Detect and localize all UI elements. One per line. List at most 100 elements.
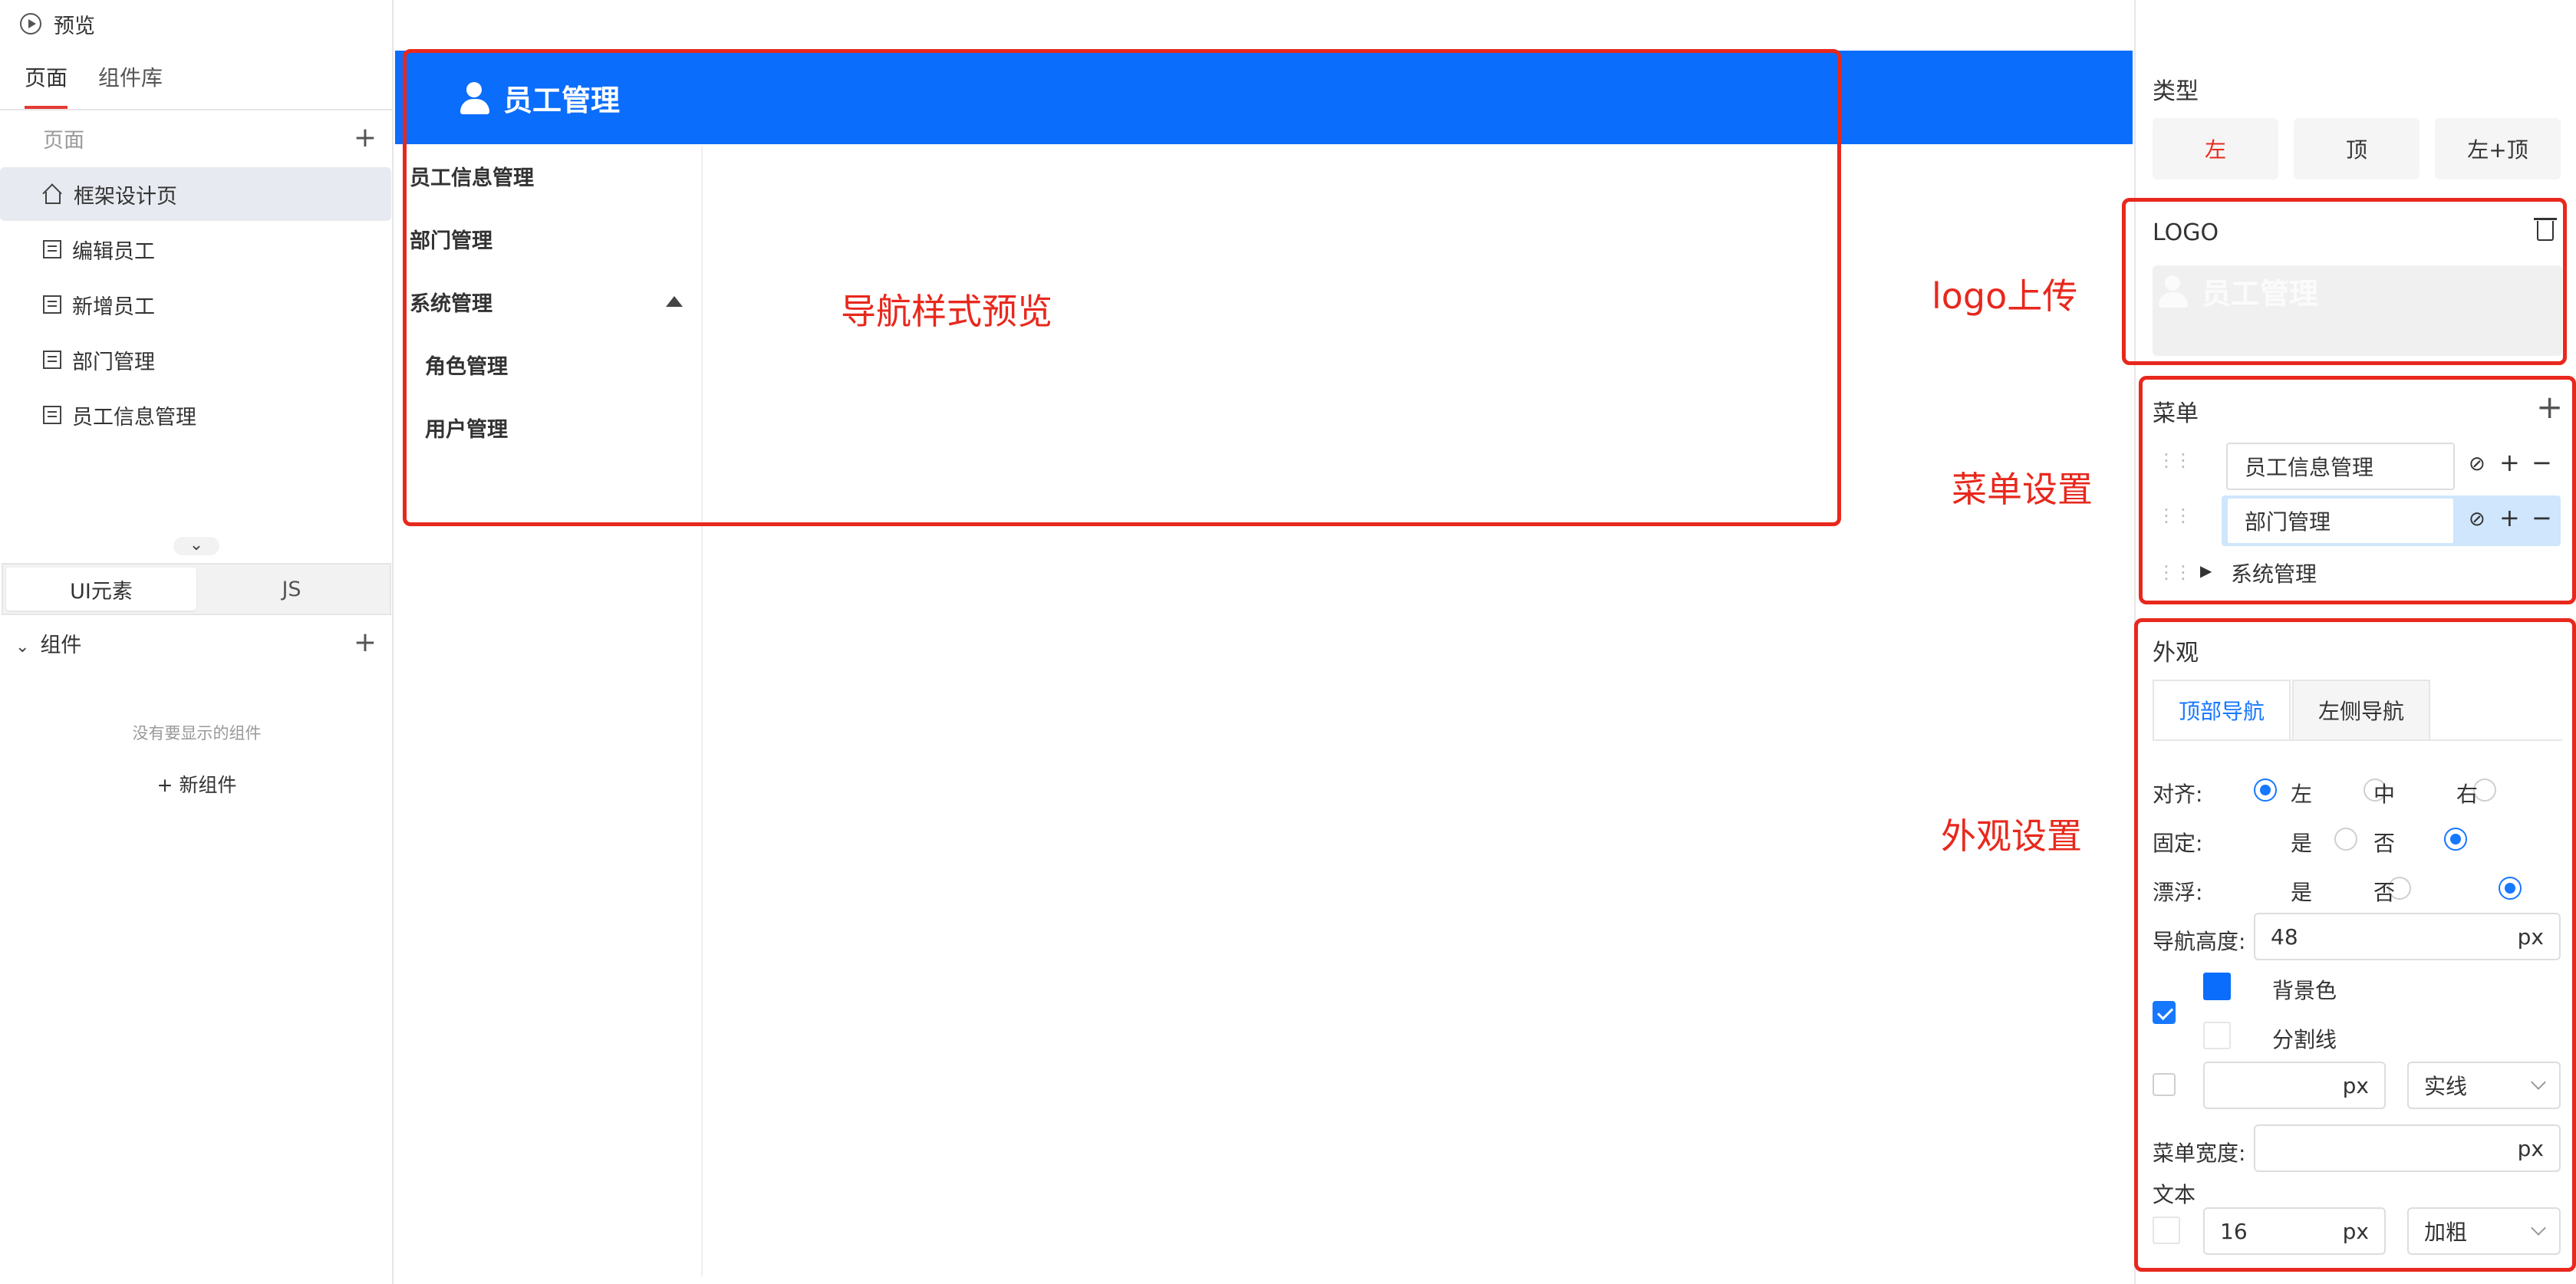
font-size-input[interactable]: 16 px (2203, 1207, 2386, 1255)
font-weight-select[interactable]: 加粗 (2407, 1207, 2561, 1255)
unit-px: px (2517, 1135, 2544, 1161)
menu-width-label: 菜单宽度: (2153, 1141, 2246, 1166)
divider-checkbox[interactable] (2153, 1073, 2176, 1096)
float-no-text: 否 (2373, 880, 2396, 905)
unit-px: px (2342, 1072, 2369, 1098)
page-item-label: 部门管理 (72, 350, 155, 374)
bg-color-checkbox[interactable] (2153, 1001, 2176, 1024)
divider-color-swatch[interactable] (2203, 1022, 2231, 1049)
trash-icon[interactable] (2534, 218, 2557, 241)
fixed-label: 固定: (2153, 831, 2203, 856)
unit-px: px (2517, 923, 2544, 950)
float-no-radio[interactable] (2498, 877, 2522, 900)
paperclip-icon[interactable]: ⊘ (2469, 453, 2485, 476)
text-label: 文本 (2153, 1182, 2196, 1207)
align-right-text: 右 (2456, 782, 2479, 807)
divider-width-input[interactable]: px (2203, 1062, 2386, 1109)
menu-group-label[interactable]: 系统管理 (2231, 558, 2317, 588)
line-style-value: 实线 (2424, 1074, 2468, 1099)
logo-label: LOGO (2153, 219, 2219, 246)
seg-js[interactable]: JS (196, 568, 387, 611)
chevron-down-icon: ⌄ (15, 637, 30, 657)
components-header-label: 组件 (40, 633, 82, 657)
annotation-menu-settings: 菜单设置 (1952, 469, 2093, 510)
remove-item-minus-icon[interactable]: − (2532, 448, 2552, 477)
caret-right-icon[interactable]: ▶ (2200, 561, 2212, 580)
add-component-plus-icon[interactable]: + (354, 629, 377, 657)
drag-handle-icon[interactable]: ⋮⋮ (2157, 561, 2192, 583)
tab-left-nav[interactable]: 左侧导航 (2292, 680, 2430, 741)
add-subitem-plus-icon[interactable]: + (2499, 503, 2520, 532)
fixed-yes-text: 是 (2291, 831, 2313, 856)
nav-height-value: 48 (2271, 923, 2298, 950)
preview-label: 预览 (54, 14, 95, 38)
align-label: 对齐: (2153, 782, 2203, 807)
align-center-text: 中 (2373, 782, 2396, 807)
page-item-label: 编辑员工 (72, 239, 155, 264)
unit-px: px (2342, 1218, 2369, 1244)
page-item-label: 框架设计页 (74, 184, 177, 209)
chevron-down-icon (2531, 1075, 2546, 1090)
add-menu-plus-icon[interactable]: + (2536, 391, 2563, 423)
line-style-select[interactable]: 实线 (2407, 1062, 2561, 1109)
page-item-new-employee[interactable]: 新增员工 (0, 278, 394, 331)
type-left-top-button[interactable]: 左+顶 (2435, 118, 2561, 179)
page-item-label: 新增员工 (72, 295, 155, 319)
menu-item-input[interactable]: 部门管理 (2226, 497, 2455, 545)
add-page-plus-icon[interactable]: + (354, 124, 377, 152)
add-subitem-plus-icon[interactable]: + (2499, 448, 2520, 477)
page-item-label: 员工信息管理 (72, 405, 196, 430)
page-item-department[interactable]: 部门管理 (0, 333, 394, 387)
nav-preview-highlight-box (403, 49, 1841, 526)
appearance-tabs: 顶部导航 左侧导航 (2153, 680, 2432, 741)
new-component-button[interactable]: + 新组件 (0, 770, 394, 798)
remove-item-minus-icon[interactable]: − (2532, 503, 2552, 532)
menu-item-input[interactable]: 员工信息管理 (2226, 443, 2455, 490)
appearance-label: 外观 (2153, 640, 2199, 667)
tabs-underline (2153, 739, 2562, 741)
chevron-down-icon (2531, 1220, 2546, 1236)
text-color-swatch[interactable] (2153, 1217, 2180, 1244)
page-item-frame-design[interactable]: 框架设计页 (0, 167, 391, 221)
pages-header-label: 页面 (43, 128, 84, 153)
type-top-button[interactable]: 顶 (2294, 118, 2420, 179)
form-page-icon (43, 240, 61, 258)
menu-width-input[interactable]: px (2254, 1124, 2561, 1172)
home-icon (43, 185, 63, 204)
float-label: 漂浮: (2153, 880, 2203, 905)
font-size-value: 16 (2220, 1218, 2248, 1244)
nav-height-label: 导航高度: (2153, 929, 2246, 954)
divider-label: 分割线 (2272, 1027, 2337, 1052)
drag-handle-icon[interactable]: ⋮⋮ (2157, 449, 2192, 471)
bg-color-label: 背景色 (2272, 978, 2337, 1003)
collapse-chevron-down-icon[interactable]: ⌄ (173, 537, 219, 555)
tab-pages[interactable]: 页面 (25, 51, 68, 109)
seg-ui-elements[interactable]: UI元素 (6, 568, 196, 611)
menu-label: 菜单 (2153, 400, 2199, 427)
fixed-no-text: 否 (2373, 831, 2396, 856)
annotation-nav-preview: 导航样式预览 (841, 291, 1052, 332)
page-item-edit-employee[interactable]: 编辑员工 (0, 222, 394, 276)
components-header[interactable]: ⌄ 组件 + (0, 620, 394, 666)
logo-preview: 员工管理 (2156, 270, 2318, 312)
pages-header: 页面 + (0, 117, 394, 160)
annotation-appearance-settings: 外观设置 (1941, 815, 2082, 857)
type-label: 类型 (2153, 78, 2199, 105)
align-left-radio[interactable] (2254, 779, 2277, 802)
font-weight-value: 加粗 (2424, 1220, 2468, 1245)
tab-top-nav[interactable]: 顶部导航 (2153, 680, 2291, 741)
page-item-employee-info[interactable]: 员工信息管理 (0, 388, 394, 442)
left-tabs: 页面 组件库 (0, 51, 394, 110)
annotation-logo-upload: logo上传 (1932, 275, 2078, 317)
bg-color-swatch[interactable] (2203, 973, 2231, 1000)
nav-height-input[interactable]: 48 px (2254, 913, 2561, 960)
empty-components-text: 没有要显示的组件 (132, 724, 262, 742)
type-left-button[interactable]: 左 (2153, 118, 2278, 179)
tab-component-library[interactable]: 组件库 (98, 51, 163, 109)
drag-handle-icon[interactable]: ⋮⋮ (2157, 505, 2192, 526)
form-page-icon (43, 406, 61, 424)
float-yes-text: 是 (2291, 880, 2313, 905)
preview-button[interactable]: 预览 (0, 0, 394, 48)
paperclip-icon[interactable]: ⊘ (2469, 508, 2485, 531)
align-left-text: 左 (2291, 782, 2313, 807)
